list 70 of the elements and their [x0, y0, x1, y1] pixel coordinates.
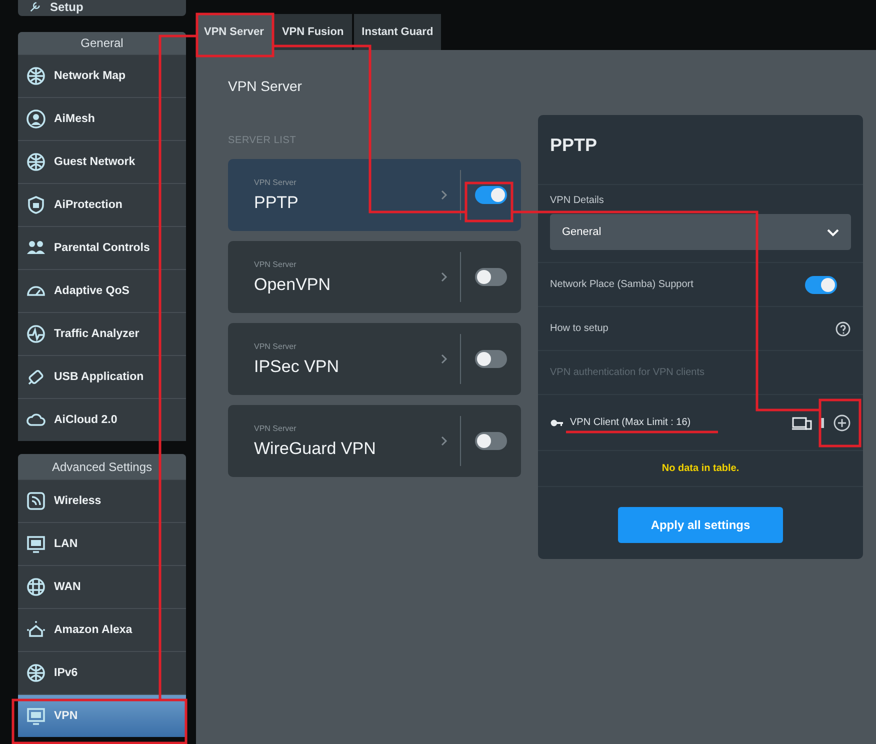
- section-header: General: [18, 32, 186, 54]
- toggle-switch[interactable]: [475, 350, 507, 368]
- bar-icon: [820, 416, 825, 428]
- menu-item[interactable]: WAN: [18, 565, 186, 608]
- card-caption: VPN Server: [254, 260, 298, 268]
- server-card[interactable]: VPN Server WireGuard VPN: [228, 405, 521, 477]
- server-card[interactable]: VPN Server OpenVPN: [228, 241, 521, 313]
- wifi-icon: [26, 491, 46, 511]
- house-icon: [26, 620, 46, 640]
- setting-label: VPN authentication for VPN clients: [550, 367, 705, 378]
- shield-icon: [26, 195, 46, 215]
- highlight-frame: [464, 182, 514, 222]
- menu-item[interactable]: AiCloud 2.0: [18, 398, 186, 441]
- toggle-switch[interactable]: [475, 432, 507, 450]
- server-card[interactable]: VPN Server IPSec VPN: [228, 323, 521, 395]
- devices-icon: [792, 416, 812, 430]
- globe-icon: [26, 663, 46, 683]
- person-icon: [26, 109, 46, 129]
- panel-title: PPTP: [549, 135, 598, 157]
- field-label: VPN Details: [550, 195, 605, 206]
- globe-icon: [26, 577, 46, 597]
- page-title: VPN Server: [228, 78, 303, 96]
- section-header: Advanced Settings: [18, 454, 186, 479]
- setting-label: Network Place (Samba) Support: [550, 279, 694, 290]
- menu-item[interactable]: LAN: [18, 522, 186, 565]
- toggle-switch[interactable]: [475, 268, 507, 286]
- chevron-right-icon: [440, 353, 448, 365]
- menu-item[interactable]: Guest Network: [18, 140, 186, 183]
- add-icon: [833, 414, 851, 432]
- toggle-switch[interactable]: [805, 276, 837, 294]
- server-card[interactable]: VPN Server PPTP: [228, 159, 521, 231]
- help-icon[interactable]: [835, 320, 851, 336]
- dropdown[interactable]: General: [550, 214, 851, 250]
- highlight-frame: [818, 398, 862, 448]
- menu-item[interactable]: Network Map: [18, 54, 186, 97]
- card-caption: VPN Server: [254, 424, 298, 432]
- key-icon: [550, 418, 564, 428]
- tab[interactable]: Instant Guard: [354, 14, 442, 50]
- server-name: PPTP: [254, 192, 300, 212]
- chevron-right-icon: [440, 271, 448, 283]
- monitor-icon: [26, 706, 46, 726]
- menu-item[interactable]: Parental Controls: [18, 226, 186, 269]
- link-text[interactable]: How to setup: [550, 323, 608, 334]
- menu-item[interactable]: Traffic Analyzer: [18, 312, 186, 355]
- monitor-icon: [26, 534, 46, 554]
- globe-icon: [26, 66, 46, 86]
- menu-item[interactable]: USB Application: [18, 355, 186, 398]
- globe-icon: [26, 152, 46, 172]
- chevron-down-icon: [827, 228, 839, 236]
- menu-item[interactable]: AiProtection: [18, 183, 186, 226]
- server-name: IPSec VPN: [254, 356, 340, 376]
- server-name: OpenVPN: [254, 274, 332, 294]
- tab[interactable]: VPN Fusion: [274, 14, 352, 50]
- menu-item[interactable]: Setup: [18, 0, 186, 16]
- chevron-right-icon: [440, 435, 448, 447]
- usb-icon: [26, 367, 46, 387]
- tool-icon: [28, 0, 42, 14]
- toggle-switch[interactable]: [475, 186, 507, 204]
- menu-item[interactable]: AiMesh: [18, 97, 186, 140]
- chevron-right-icon: [440, 189, 448, 201]
- empty-message: No data in table.: [662, 463, 740, 474]
- server-name: WireGuard VPN: [254, 438, 377, 458]
- menu-item[interactable]: Amazon Alexa: [18, 608, 186, 651]
- tab[interactable]: VPN Server: [196, 14, 272, 50]
- card-caption: VPN Server: [254, 178, 298, 186]
- card-caption: VPN Server: [254, 342, 298, 350]
- menu-item[interactable]: Wireless: [18, 479, 186, 522]
- pulse-icon: [26, 324, 46, 344]
- menu-item[interactable]: Adaptive QoS: [18, 269, 186, 312]
- section-label: VPN Client (Max Limit : 16): [570, 417, 691, 428]
